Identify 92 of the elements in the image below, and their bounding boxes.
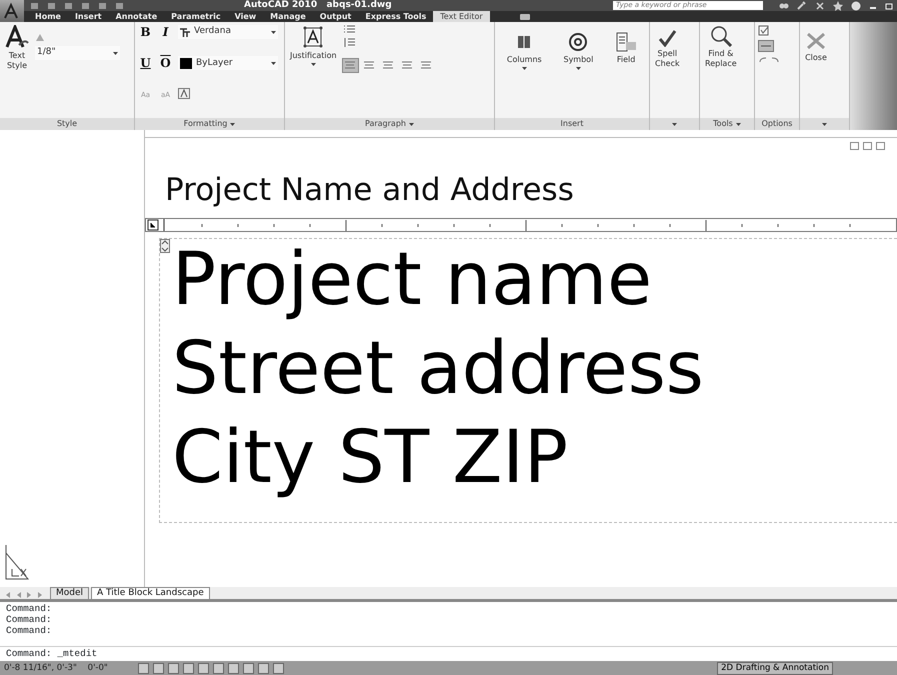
wrench-icon[interactable] (797, 0, 807, 10)
italic-button[interactable]: I (158, 25, 173, 39)
ribbon-tab[interactable]: Insert (68, 11, 109, 22)
panel-title: Insert (560, 118, 584, 130)
caret-icon (522, 67, 527, 70)
symbol-button[interactable]: Symbol (561, 25, 596, 115)
minimize-ribbon-icon[interactable] (520, 14, 530, 20)
ucs-icon (4, 543, 30, 581)
ribbon-tab[interactable]: Express Tools (358, 11, 434, 22)
drafting-toggle-icon[interactable] (242, 662, 254, 674)
drafting-toggle-icon[interactable] (198, 662, 209, 674)
mtext-line: City ST ZIP (172, 414, 569, 502)
ruler-toggle-icon[interactable] (758, 40, 774, 52)
caret-icon (736, 122, 741, 126)
text-ruler[interactable] (145, 218, 897, 232)
align-lines-icon (344, 61, 356, 70)
command-history-line: Command: (6, 625, 53, 636)
align-lines-icon (400, 61, 413, 70)
drafting-toggle-icon[interactable] (258, 662, 269, 674)
first-icon[interactable] (4, 591, 11, 599)
caret-icon (271, 30, 276, 34)
annotative-icon[interactable] (35, 33, 45, 42)
application-button[interactable] (0, 0, 24, 22)
heading-text: Project Name and Address (165, 171, 574, 210)
caret-icon (113, 52, 118, 54)
window-title: AutoCAD 2010 abqs-01.dwg (244, 0, 392, 12)
ribbon-tab[interactable]: Text Editor (433, 11, 490, 22)
text-style-icon (5, 25, 29, 49)
text-style-button[interactable]: Text Style (3, 25, 31, 115)
align-lines-icon (420, 61, 432, 70)
drafting-toggle-icon[interactable] (138, 662, 149, 674)
panel-title: Options (762, 118, 792, 130)
star-icon[interactable] (833, 0, 843, 10)
drafting-toggle-icon[interactable] (182, 662, 194, 674)
drafting-toggle-icon[interactable] (272, 662, 284, 674)
drafting-toggle-icon[interactable] (212, 662, 224, 674)
drafting-toggle-icon[interactable] (168, 662, 179, 674)
layout-tab[interactable]: Model (50, 587, 90, 599)
text-height-dropdown[interactable]: 1/8" (35, 46, 120, 60)
caret-icon (672, 122, 677, 126)
drafting-toggle-icon[interactable] (152, 662, 164, 674)
caret-icon (230, 122, 236, 126)
field-icon (615, 31, 638, 53)
background-mask-icon[interactable] (178, 88, 190, 99)
color-swatch (180, 58, 192, 69)
justification-button[interactable]: Justification (288, 25, 339, 115)
paragraph-handle-icon[interactable] (160, 239, 170, 253)
coordinates-text: 0'-8 11/16", 0'-3" 0'-0" (4, 662, 108, 674)
field-button[interactable]: Field (613, 25, 640, 115)
color-dropdown[interactable]: ByLayer (178, 56, 278, 70)
align-lines-icon (362, 61, 375, 70)
ribbon-tab[interactable]: Home (28, 11, 68, 22)
command-history-line: Command: (6, 603, 53, 614)
underline-button[interactable]: U (138, 56, 153, 70)
overline-button[interactable]: O (158, 56, 173, 70)
ribbon-tab[interactable]: Parametric (164, 11, 228, 22)
alignment-button[interactable] (342, 59, 358, 72)
ribbon-tab[interactable]: Annotate (108, 11, 164, 22)
mtext-line: Project name (172, 236, 653, 324)
columns-button[interactable]: Columns (504, 25, 544, 115)
caret-icon (408, 122, 414, 126)
mtext-editor[interactable]: Project name Street address City ST ZIP (159, 238, 897, 523)
panel-title: Paragraph (365, 118, 406, 130)
magnifier-icon (710, 25, 732, 47)
truetype-font-icon (180, 28, 190, 36)
command-history-line: Command: (6, 614, 53, 625)
mtext-line: Street address (172, 325, 704, 413)
panel-title: Tools (713, 118, 733, 130)
caret-icon (576, 67, 581, 70)
ribbon-tab[interactable]: View (228, 11, 264, 22)
last-icon[interactable] (37, 591, 44, 599)
bullets-icon[interactable] (342, 25, 357, 34)
workspace-dropdown[interactable]: 2D Drafting & Annotation (717, 662, 833, 674)
ribbon-tab[interactable]: Output (312, 11, 358, 22)
caret-icon (310, 63, 316, 66)
font-dropdown[interactable]: Verdana (178, 25, 278, 39)
ribbon-tab[interactable]: Manage (263, 11, 313, 22)
previous-icon[interactable] (15, 591, 22, 599)
command-line[interactable]: Command: _mtedit (0, 647, 897, 661)
panel-title: Style (56, 118, 78, 130)
layout-tab[interactable]: A Title Block Landscape (91, 587, 210, 599)
caret-icon (271, 62, 276, 65)
panel-title: Formatting (184, 118, 228, 130)
binoculars-icon[interactable] (779, 0, 789, 10)
line-spacing-icon[interactable] (342, 38, 357, 47)
drafting-toggle-icon[interactable] (228, 662, 239, 674)
next-icon[interactable] (26, 591, 33, 599)
justification-icon (302, 25, 324, 49)
caret-icon (822, 122, 827, 126)
bold-button[interactable]: B (138, 25, 153, 39)
align-lines-icon (382, 61, 394, 70)
find-replace-button[interactable]: Find & Replace (703, 25, 739, 115)
